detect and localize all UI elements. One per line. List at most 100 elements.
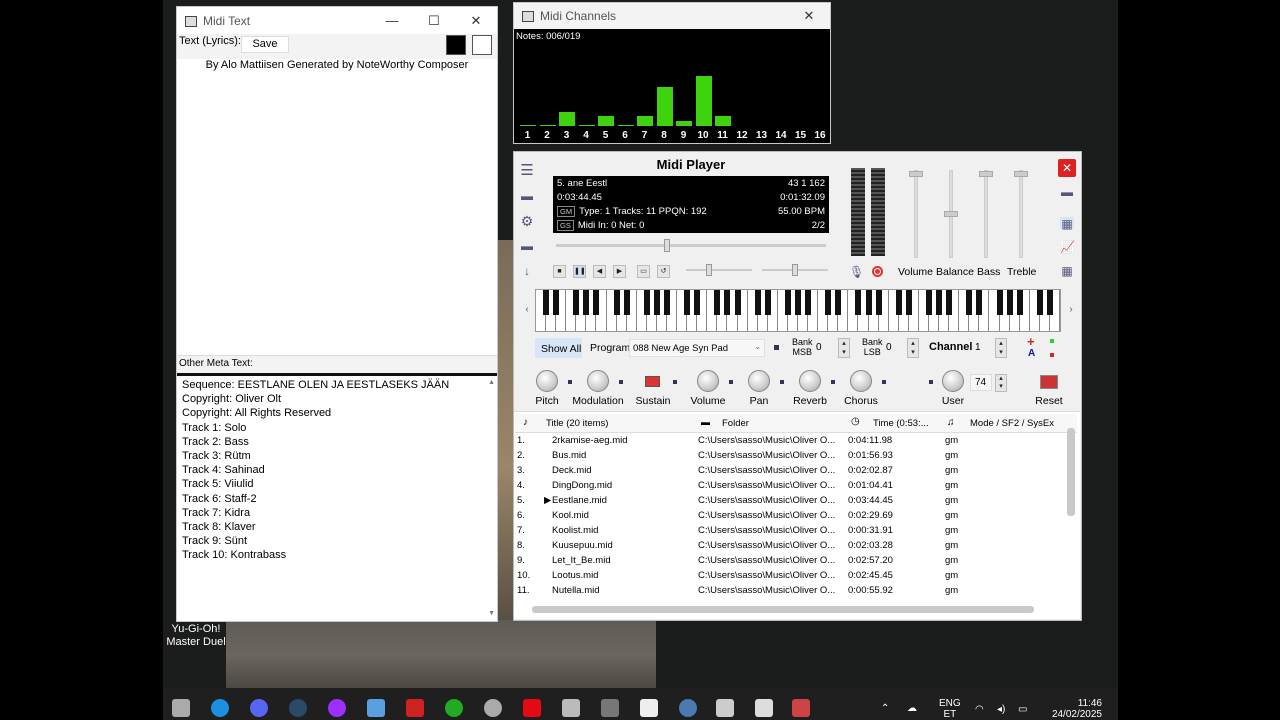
black-key[interactable] (805, 290, 812, 315)
meta-text-area[interactable]: Sequence: EESTLANE OLEN JA EESTLASEKS JÄ… (182, 378, 449, 563)
column-folder[interactable]: Folder (722, 418, 749, 429)
black-key[interactable] (936, 290, 943, 315)
black-key[interactable] (946, 290, 953, 315)
channel-value[interactable]: 1 (975, 342, 981, 353)
add-icon[interactable]: + (1027, 334, 1035, 349)
column-title[interactable]: Title (20 items) (546, 418, 608, 429)
maximize-button[interactable]: ☐ (413, 13, 455, 29)
channel-number[interactable]: 12 (733, 130, 752, 141)
pan-knob[interactable] (748, 370, 770, 392)
black-key[interactable] (613, 290, 620, 315)
language-indicator[interactable]: ENG ET (939, 698, 961, 720)
lyrics-text[interactable]: By Alo Mattiisen Generated by NoteWorthy… (177, 59, 497, 71)
treble-fader-knob[interactable] (1014, 171, 1028, 177)
midi-player-taskbar-icon[interactable] (716, 699, 734, 717)
user-value-field[interactable]: 74 (970, 374, 992, 391)
modulation-knob[interactable] (587, 370, 609, 392)
bass-fader-knob[interactable] (979, 171, 993, 177)
playlist-row[interactable]: 6. Kool.mid C:\Users\sasso\Music\Oliver O.… (515, 509, 1065, 524)
splitter[interactable] (177, 373, 497, 376)
black-key[interactable] (895, 290, 902, 315)
meter-icon[interactable]: ▦ (1060, 217, 1074, 231)
volume-fader[interactable] (909, 170, 923, 258)
tempo-slider[interactable] (686, 264, 752, 276)
app-circle-icon[interactable] (328, 699, 346, 717)
app-icon-14[interactable] (679, 699, 697, 717)
pitch-thumb[interactable] (792, 264, 798, 276)
channel-number[interactable]: 15 (791, 130, 810, 141)
black-key[interactable] (966, 290, 973, 315)
graph-icon[interactable]: 📈 (1060, 240, 1075, 254)
scroll-up-arrow[interactable]: ▲ (488, 379, 495, 386)
black-key[interactable] (593, 290, 600, 315)
black-key[interactable] (855, 290, 862, 315)
user-knob[interactable] (942, 370, 964, 392)
user-value-spinner[interactable]: ▴ ▾ (995, 374, 1007, 392)
bank-msb-spinner[interactable]: ▴ ▾ (838, 338, 850, 358)
app-icon-11[interactable] (562, 699, 580, 717)
channel-number[interactable]: 2 (538, 130, 557, 141)
position-slider[interactable] (556, 239, 826, 252)
channel-number[interactable]: 1 (518, 130, 537, 141)
channel-number[interactable]: 5 (596, 130, 615, 141)
piano-icon[interactable] (755, 699, 773, 717)
app-icon-1[interactable] (172, 699, 190, 717)
balance-fader[interactable] (944, 170, 958, 258)
channel-number[interactable]: 14 (772, 130, 791, 141)
show-all-button[interactable]: Show All (535, 338, 582, 358)
previous-button[interactable]: ◀ (593, 265, 606, 278)
bank-lsb-spinner[interactable]: ▴ ▾ (907, 338, 919, 358)
gear-icon[interactable]: ⚙ (520, 213, 534, 229)
app-icon-8[interactable] (445, 699, 463, 717)
reverb-knob[interactable] (799, 370, 821, 392)
app-icon-9[interactable] (484, 699, 502, 717)
channel-number[interactable]: 13 (752, 130, 771, 141)
grid-icon[interactable]: ▦ (1060, 264, 1074, 278)
playlist-row[interactable]: 3. Deck.mid C:\Users\sasso\Music\Oliver O.… (515, 464, 1065, 479)
folder-icon[interactable]: ▬ (520, 189, 534, 203)
pitch-slider[interactable] (762, 264, 828, 276)
playlist-row[interactable]: 9. Let_It_Be.mid C:\Users\sasso\Music\Oliv… (515, 554, 1065, 569)
tempo-thumb[interactable] (706, 264, 712, 276)
black-key[interactable] (784, 290, 791, 315)
black-key[interactable] (643, 290, 650, 315)
treble-fader[interactable] (1014, 170, 1028, 258)
volume-fader-knob[interactable] (909, 171, 923, 177)
window-button[interactable]: ▭ (637, 265, 650, 278)
volume-knob[interactable] (697, 370, 719, 392)
pause-button[interactable]: ❚❚ (573, 265, 586, 278)
playlist-row[interactable]: 2. Bus.mid C:\Users\sasso\Music\Oliver O..… (515, 449, 1065, 464)
black-key[interactable] (764, 290, 771, 315)
black-key[interactable] (714, 290, 721, 315)
black-key[interactable] (875, 290, 882, 315)
bass-fader[interactable] (979, 170, 993, 258)
black-key[interactable] (573, 290, 580, 315)
black-key[interactable] (653, 290, 660, 315)
black-key[interactable] (583, 290, 590, 315)
desktop-icon-yugioh[interactable]: Yu-Gi-Oh! Master Duel (165, 623, 227, 649)
playlist-row[interactable]: 4. DingDong.mid C:\Users\sasso\Music\Olive… (515, 479, 1065, 494)
record-icon[interactable] (872, 266, 883, 277)
close-button[interactable]: ✕ (455, 13, 497, 29)
channel-number[interactable]: 6 (616, 130, 635, 141)
background-color-swatch[interactable] (472, 35, 492, 55)
black-key[interactable] (553, 290, 560, 315)
black-key[interactable] (976, 290, 983, 315)
playlist-hscrollbar[interactable] (532, 606, 1034, 613)
playlist-row[interactable]: 10. Lootus.mid C:\Users\sasso\Music\Oliver… (515, 569, 1065, 584)
scroll-left-icon[interactable]: ‹ (520, 304, 534, 316)
black-key[interactable] (1046, 290, 1053, 315)
netflix-icon[interactable] (523, 699, 541, 717)
black-key[interactable] (905, 290, 912, 315)
black-key[interactable] (734, 290, 741, 315)
channel-number[interactable]: 16 (811, 130, 830, 141)
app-icon-17[interactable] (792, 699, 810, 717)
program-select[interactable]: 088 New Age Syn Pad ⌄ (629, 339, 765, 357)
black-key[interactable] (1036, 290, 1043, 315)
stop-button[interactable]: ■ (553, 265, 566, 278)
black-key[interactable] (835, 290, 842, 315)
column-time[interactable]: Time (0:53:... (873, 418, 929, 429)
chorus-knob[interactable] (850, 370, 872, 392)
black-key[interactable] (684, 290, 691, 315)
font-icon[interactable]: A (1028, 348, 1035, 359)
